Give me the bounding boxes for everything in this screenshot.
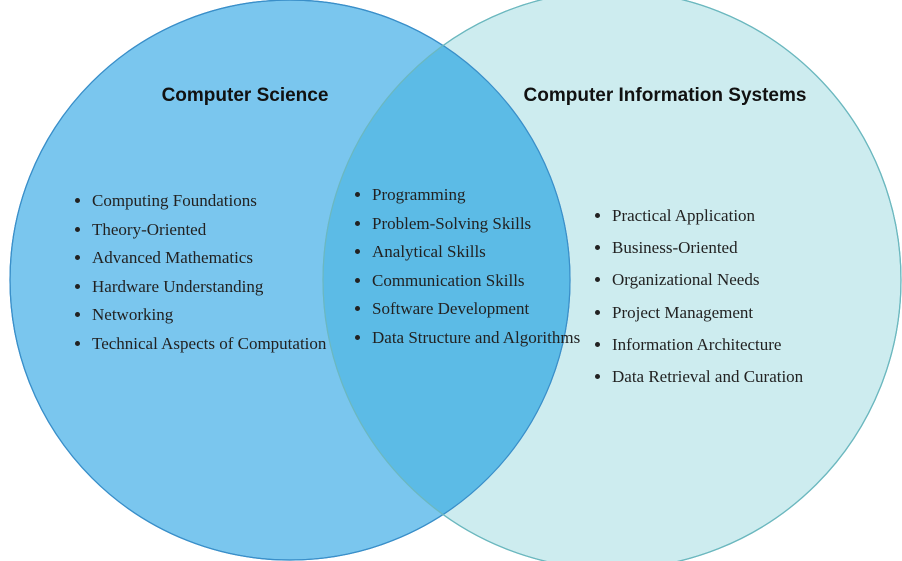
list-item: Programming [372,181,582,210]
list-item: Advanced Mathematics [92,244,332,273]
list-item: Practical Application [612,200,872,232]
overlap-item-list: Programming Problem-Solving Skills Analy… [352,181,582,352]
list-item: Business-Oriented [612,232,872,264]
left-set-item-list: Computing Foundations Theory-Oriented Ad… [72,187,332,358]
list-item: Analytical Skills [372,238,582,267]
list-item: Technical Aspects of Computation [92,330,332,359]
right-set-item-list: Practical Application Business-Oriented … [592,200,872,393]
list-item: Data Structure and Algorithms [372,324,582,353]
list-item: Theory-Oriented [92,216,332,245]
list-item: Software Development [372,295,582,324]
list-item: Information Architecture [612,329,872,361]
list-item: Communication Skills [372,267,582,296]
list-item: Organizational Needs [612,264,872,296]
left-set-title: Computer Science [161,85,329,106]
list-item: Problem-Solving Skills [372,210,582,239]
list-item: Project Management [612,297,872,329]
right-set-title: Computer Information Systems [523,85,807,106]
list-item: Data Retrieval and Curation [612,361,872,393]
list-item: Networking [92,301,332,330]
list-item: Hardware Understanding [92,273,332,302]
list-item: Computing Foundations [92,187,332,216]
